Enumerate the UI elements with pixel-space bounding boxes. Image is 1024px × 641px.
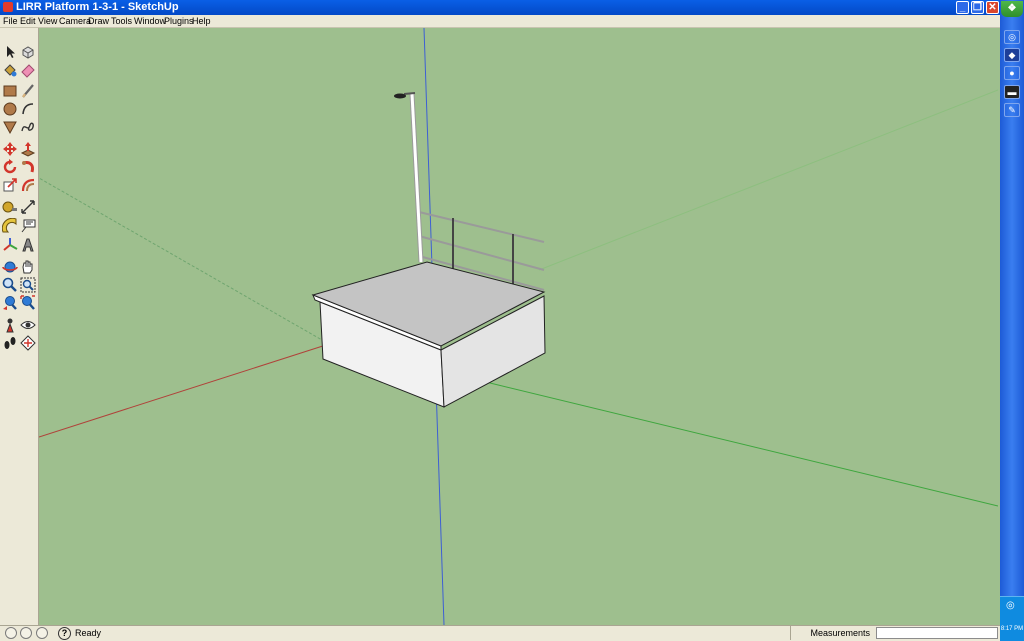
tape-measure-tool-icon[interactable] bbox=[2, 199, 18, 215]
polygon-tool-icon[interactable] bbox=[2, 119, 18, 135]
measurements-label: Measurements bbox=[790, 626, 874, 640]
minimize-button[interactable]: _ bbox=[956, 1, 969, 14]
credits-icon[interactable] bbox=[20, 627, 32, 639]
menu-file[interactable]: File bbox=[3, 15, 18, 27]
title-bar: LIRR Platform 1-3-1 - SketchUp _ ❐ ✕ bbox=[0, 0, 1000, 15]
menu-help[interactable]: Help bbox=[192, 15, 211, 27]
orbit-tool-icon[interactable] bbox=[2, 259, 18, 275]
move-tool-icon[interactable] bbox=[2, 141, 18, 157]
network-icon[interactable]: ◎ bbox=[1006, 600, 1015, 611]
status-text: Ready bbox=[75, 628, 102, 638]
lamp-post[interactable] bbox=[394, 92, 424, 263]
pan-tool-icon[interactable] bbox=[20, 259, 36, 275]
rectangle-tool-icon[interactable] bbox=[2, 83, 18, 99]
make-component-tool-icon[interactable] bbox=[20, 44, 36, 60]
paint-bucket-tool-icon[interactable] bbox=[2, 62, 18, 78]
scene-canvas bbox=[39, 28, 998, 625]
system-tray: ◎ bbox=[1000, 596, 1024, 641]
line-tool-icon[interactable] bbox=[20, 83, 36, 99]
section-plane-tool-icon[interactable] bbox=[20, 335, 36, 351]
quick-launch-chrome-icon[interactable]: ● bbox=[1004, 66, 1020, 80]
tool-palette bbox=[0, 28, 39, 625]
arc-tool-icon[interactable] bbox=[20, 101, 36, 117]
zoom-extents-tool-icon[interactable] bbox=[20, 295, 36, 311]
walk-tool-icon[interactable] bbox=[2, 335, 18, 351]
close-button[interactable]: ✕ bbox=[986, 1, 999, 14]
menu-draw[interactable]: Draw bbox=[88, 15, 109, 27]
menu-camera[interactable]: Camera bbox=[59, 15, 91, 27]
start-button[interactable]: ❖ bbox=[1001, 1, 1023, 17]
help-icon[interactable]: ? bbox=[58, 627, 71, 640]
menu-window[interactable]: Window bbox=[134, 15, 166, 27]
measurements-input[interactable] bbox=[876, 627, 998, 639]
status-bar: ? Ready Measurements bbox=[0, 625, 1000, 641]
geo-location-icon[interactable] bbox=[5, 627, 17, 639]
3d-text-tool-icon[interactable] bbox=[20, 237, 36, 253]
quick-launch-paint-icon[interactable]: ✎ bbox=[1004, 103, 1020, 117]
windows-taskbar: ❖ ◎ ◆ ● ▬ ✎ ◎ 8:17 PM bbox=[1000, 0, 1024, 641]
window-title: LIRR Platform 1-3-1 - SketchUp bbox=[16, 1, 179, 13]
protractor-tool-icon[interactable] bbox=[2, 218, 18, 234]
quick-launch-ie-icon[interactable]: ◎ bbox=[1004, 30, 1020, 44]
push-pull-tool-icon[interactable] bbox=[20, 141, 36, 157]
clock[interactable]: 8:17 PM bbox=[1000, 625, 1024, 633]
axes-tool-icon[interactable] bbox=[2, 237, 18, 253]
sketchup-app-icon[interactable] bbox=[3, 2, 13, 12]
scale-tool-icon[interactable] bbox=[2, 177, 18, 193]
user-icon[interactable] bbox=[36, 627, 48, 639]
freehand-tool-icon[interactable] bbox=[20, 119, 36, 135]
rotate-tool-icon[interactable] bbox=[2, 159, 18, 175]
lamp-head bbox=[394, 93, 406, 99]
dimension-tool-icon[interactable] bbox=[20, 199, 36, 215]
look-around-tool-icon[interactable] bbox=[20, 317, 36, 333]
maximize-button[interactable]: ❐ bbox=[971, 1, 984, 14]
menu-tools[interactable]: Tools bbox=[111, 15, 132, 27]
circle-tool-icon[interactable] bbox=[2, 101, 18, 117]
red-axis-hidden bbox=[538, 89, 998, 271]
red-axis bbox=[39, 343, 330, 438]
eraser-tool-icon[interactable] bbox=[20, 62, 36, 78]
offset-tool-icon[interactable] bbox=[20, 177, 36, 193]
green-axis-hidden bbox=[39, 177, 330, 345]
menu-edit[interactable]: Edit bbox=[20, 15, 36, 27]
follow-me-tool-icon[interactable] bbox=[20, 159, 36, 175]
menu-bar: File Edit View Camera Draw Tools Window … bbox=[0, 15, 1000, 28]
zoom-tool-icon[interactable] bbox=[2, 277, 18, 293]
quick-launch-media-icon[interactable]: ▬ bbox=[1004, 85, 1020, 99]
quick-launch-sketchup-icon[interactable]: ◆ bbox=[1004, 48, 1020, 62]
select-tool-icon[interactable] bbox=[2, 44, 18, 60]
zoom-window-tool-icon[interactable] bbox=[20, 277, 36, 293]
menu-plugins[interactable]: Plugins bbox=[164, 15, 194, 27]
menu-view[interactable]: View bbox=[38, 15, 57, 27]
platform-box[interactable] bbox=[311, 261, 546, 408]
previous-view-tool-icon[interactable] bbox=[2, 295, 18, 311]
model-viewport[interactable] bbox=[39, 28, 998, 625]
text-tool-icon[interactable] bbox=[20, 218, 36, 234]
position-camera-tool-icon[interactable] bbox=[2, 317, 18, 333]
